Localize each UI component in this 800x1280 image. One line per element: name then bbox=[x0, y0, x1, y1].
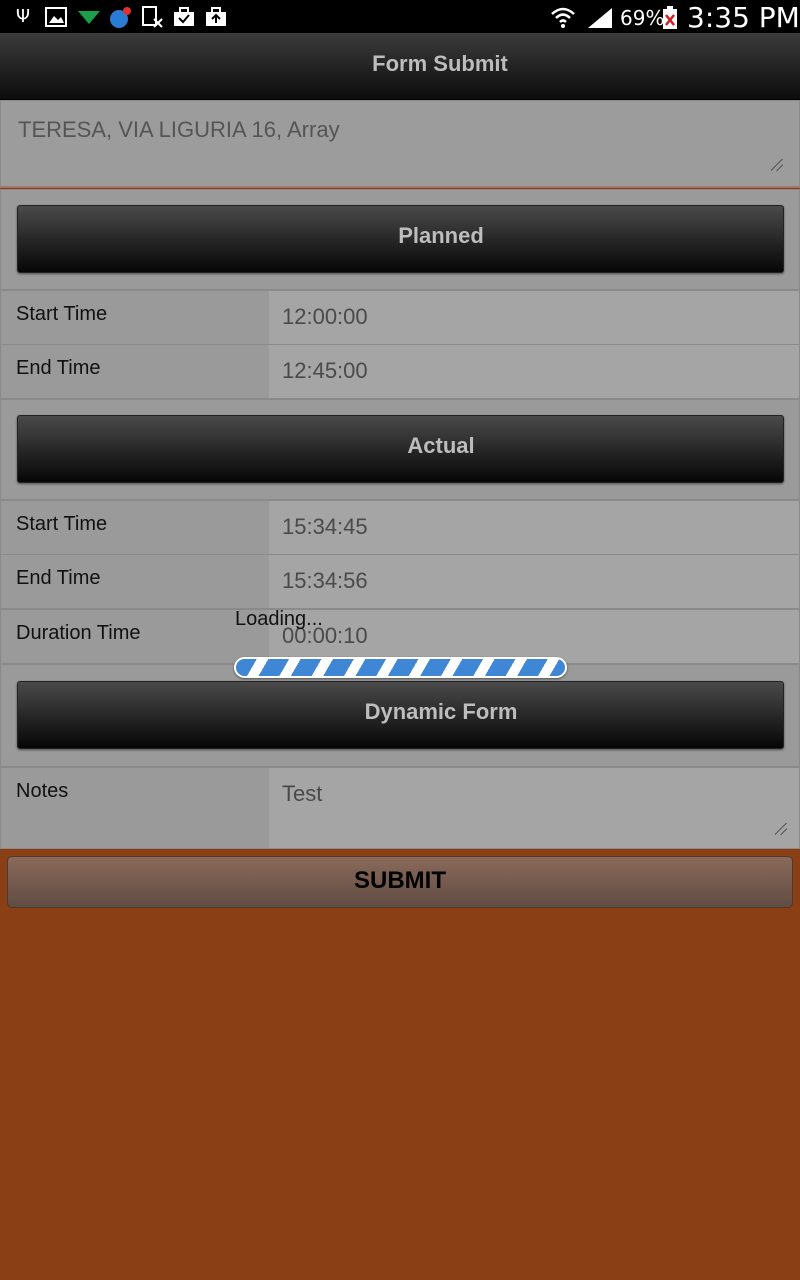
download-icon bbox=[77, 6, 100, 28]
actual-start-label-cell: Start Time bbox=[1, 501, 269, 554]
status-bar: Ψ 69% 3:35 PM bbox=[0, 0, 800, 34]
actual-start-value: 15:34:45 bbox=[282, 514, 368, 539]
actual-end-value: 15:34:56 bbox=[282, 568, 368, 593]
notes-textarea[interactable]: Test bbox=[269, 768, 799, 848]
actual-end-label-cell: End Time bbox=[1, 555, 269, 608]
actual-button[interactable]: Actual bbox=[17, 415, 784, 483]
actual-end-row: End Time 15:34:56 bbox=[0, 554, 800, 609]
image-icon bbox=[45, 6, 67, 28]
address-textarea[interactable]: TERESA, VIA LIGURIA 16, Array bbox=[0, 100, 800, 188]
planned-start-field[interactable]: 12:00:00 bbox=[269, 291, 799, 344]
resize-grip-icon[interactable] bbox=[771, 159, 783, 171]
planned-end-label-cell: End Time bbox=[1, 345, 269, 398]
actual-start-label: Start Time bbox=[16, 513, 108, 535]
usb-icon: Ψ bbox=[15, 6, 31, 27]
signal-icon bbox=[586, 6, 614, 28]
globe-icon bbox=[108, 6, 131, 28]
duration-label-cell: Duration Time bbox=[1, 610, 269, 663]
notes-value: Test bbox=[282, 781, 323, 806]
actual-section: Actual bbox=[0, 399, 800, 500]
dynamic-form-button[interactable]: Dynamic Form bbox=[17, 681, 784, 749]
planned-end-row: End Time 12:45:00 bbox=[0, 344, 800, 399]
planned-button-label: Planned bbox=[398, 223, 484, 248]
dynamic-form-section: Dynamic Form bbox=[0, 664, 800, 767]
resize-grip-icon[interactable] bbox=[775, 823, 787, 835]
status-clock: 3:35 PM bbox=[687, 1, 800, 34]
duration-row: Duration Time 00:00:10 bbox=[0, 609, 800, 664]
briefcase-upload-icon bbox=[205, 6, 227, 28]
dynamic-form-button-label: Dynamic Form bbox=[364, 699, 518, 724]
submit-button[interactable]: SUBMIT bbox=[7, 856, 793, 908]
planned-start-row: Start Time 12:00:00 bbox=[0, 290, 800, 345]
wifi-icon bbox=[550, 6, 576, 28]
planned-button[interactable]: Planned bbox=[17, 205, 784, 273]
battery-icon bbox=[662, 6, 678, 29]
loading-progress-bar bbox=[234, 657, 567, 678]
actual-end-field[interactable]: 15:34:56 bbox=[269, 555, 799, 608]
loading-text: Loading... bbox=[235, 608, 323, 630]
planned-end-label: End Time bbox=[16, 357, 101, 379]
submit-button-label: SUBMIT bbox=[354, 867, 446, 894]
notes-label: Notes bbox=[16, 780, 69, 802]
planned-end-field[interactable]: 12:45:00 bbox=[269, 345, 799, 398]
planned-section: Planned bbox=[0, 189, 800, 290]
app-header: Form Submit bbox=[0, 33, 800, 100]
page-title: Form Submit bbox=[372, 51, 508, 76]
briefcase-check-icon bbox=[173, 6, 195, 28]
actual-button-label: Actual bbox=[407, 433, 475, 458]
battery-percent: 69% bbox=[620, 6, 665, 30]
duration-field[interactable]: 00:00:10 bbox=[269, 610, 799, 663]
planned-start-label: Start Time bbox=[16, 303, 108, 325]
notes-row: Notes Test bbox=[0, 767, 800, 849]
actual-start-field[interactable]: 15:34:45 bbox=[269, 501, 799, 554]
planned-start-label-cell: Start Time bbox=[1, 291, 269, 344]
notes-label-cell: Notes bbox=[1, 768, 269, 848]
actual-end-label: End Time bbox=[16, 567, 101, 589]
file-icon bbox=[141, 6, 163, 28]
actual-start-row: Start Time 15:34:45 bbox=[0, 500, 800, 555]
duration-label: Duration Time bbox=[16, 622, 141, 644]
address-text: TERESA, VIA LIGURIA 16, Array bbox=[18, 117, 340, 142]
planned-start-value: 12:00:00 bbox=[282, 304, 368, 329]
planned-end-value: 12:45:00 bbox=[282, 358, 368, 383]
